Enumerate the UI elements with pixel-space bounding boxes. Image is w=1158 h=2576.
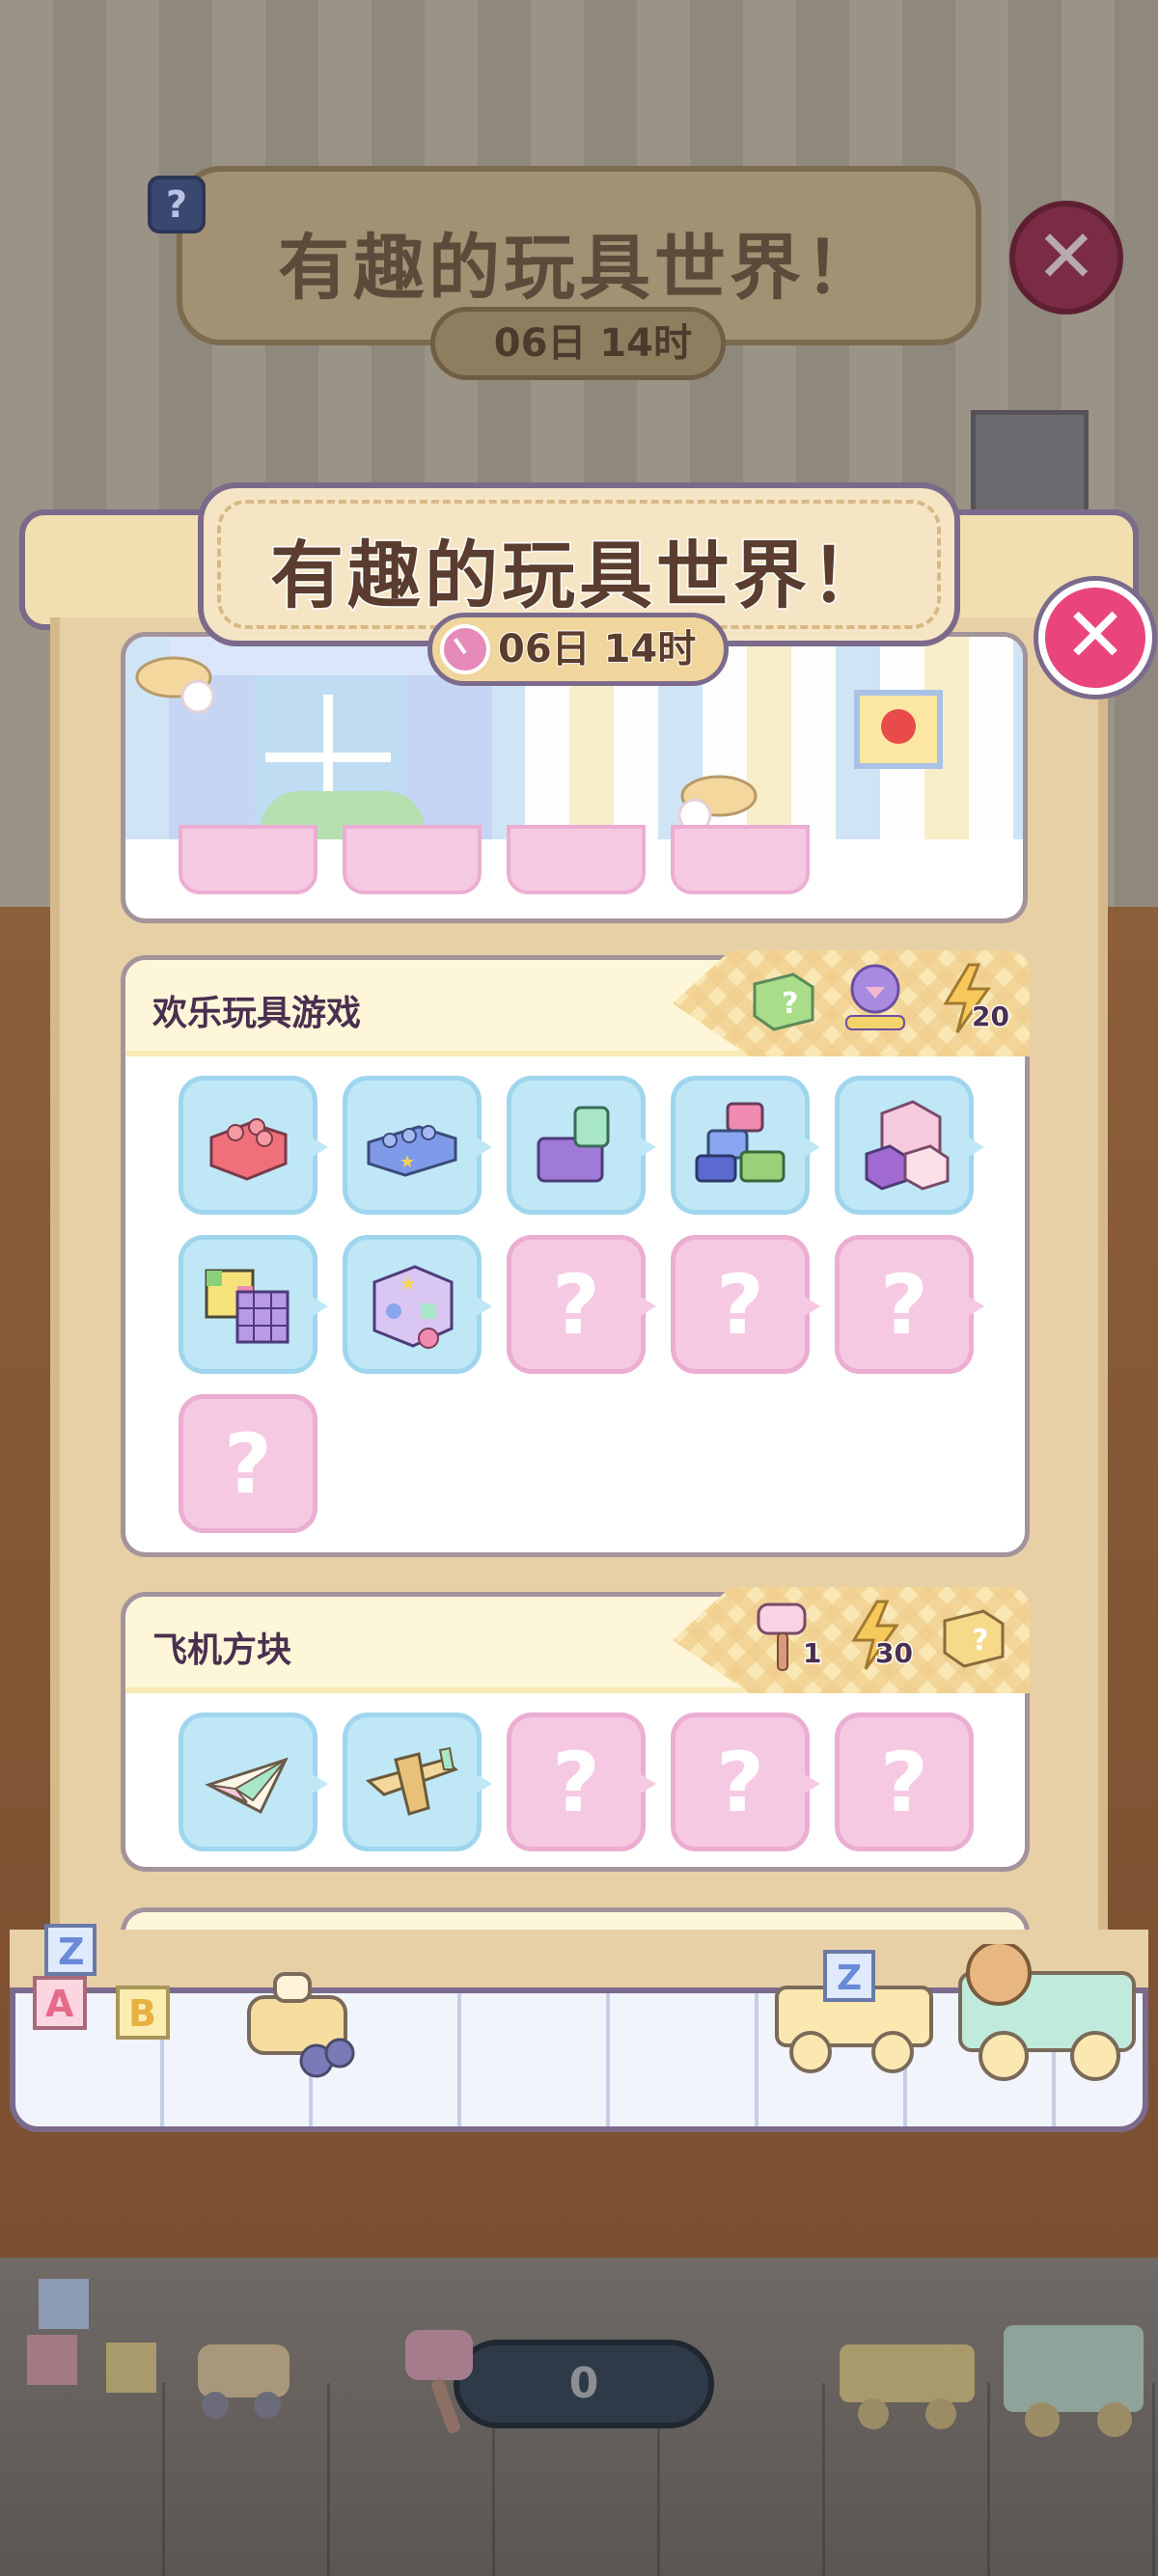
svg-text:★: ★ — [400, 1272, 417, 1295]
collection-slot-locked[interactable]: ? — [671, 1713, 820, 1851]
collection-slot-unlocked[interactable] — [507, 1076, 656, 1215]
collection-slot-locked[interactable]: ? — [835, 1713, 974, 1851]
svg-text:★: ★ — [400, 1152, 415, 1172]
purple-brick-stack-icon — [537, 1106, 610, 1183]
locked-slot-stub — [671, 825, 810, 894]
paper-plane-icon — [205, 1757, 289, 1815]
reward-label: 30 — [874, 1636, 915, 1671]
locked-question-mark: ? — [552, 1735, 600, 1831]
section-header: 欢乐玩具游戏 ? 20 — [125, 950, 1030, 1056]
reward-label: 1 — [801, 1636, 823, 1671]
locked-question-mark: ? — [716, 1257, 764, 1354]
reward-tag: ? 20 — [673, 950, 1030, 1056]
svg-text:?: ? — [972, 1624, 988, 1658]
svg-text:?: ? — [782, 987, 798, 1021]
locked-slot-stub — [507, 825, 646, 894]
svg-text:B: B — [128, 1992, 156, 2035]
section-header: 飞机方块 1 30 ? — [125, 1587, 1030, 1693]
collection-slot-unlocked[interactable] — [179, 1713, 328, 1851]
locked-slot-stub — [343, 825, 482, 894]
event-timer-text: 06日 14时 — [497, 626, 697, 672]
collection-slot-unlocked[interactable] — [343, 1713, 492, 1851]
colorful-brick-tower-icon — [695, 1102, 786, 1183]
purple-trophy-stars-icon — [845, 964, 905, 1030]
toy-cars-icon: Z — [775, 1944, 1136, 2081]
collection-slot-unlocked[interactable] — [835, 1076, 984, 1215]
collection-slot-unlocked[interactable] — [179, 1076, 328, 1215]
collection-slot-unlocked[interactable]: ★ — [343, 1235, 492, 1374]
background-train-icon — [198, 2344, 290, 2419]
apple-picture-icon — [854, 690, 943, 769]
collection-slot-locked[interactable]: ? — [507, 1713, 656, 1851]
background-toy-cars-icon — [840, 2325, 1144, 2437]
svg-text:Z: Z — [58, 1931, 85, 1973]
collection-slot-unlocked[interactable] — [671, 1076, 820, 1215]
locked-question-mark: ? — [880, 1735, 928, 1831]
background-timer: 06日 14时 — [430, 307, 726, 380]
pink-blocks-icon — [865, 1100, 950, 1191]
section-title: 飞机方块 — [152, 1631, 292, 1670]
section-title: 欢乐玩具游戏 — [152, 994, 362, 1033]
background-close-icon: ✕ — [1009, 201, 1123, 315]
collection-slot-unlocked[interactable]: ★ — [343, 1076, 492, 1215]
red-brick-icon — [209, 1118, 288, 1181]
mystery-green-box-icon: ? — [753, 973, 814, 1031]
locked-question-mark: ? — [224, 1416, 272, 1513]
collection-slot-locked[interactable]: ? — [507, 1235, 656, 1374]
locked-question-mark: ? — [552, 1257, 600, 1354]
blue-brick-icon: ★ — [367, 1125, 457, 1177]
reward-tag: 1 30 ? — [673, 1587, 1030, 1693]
collection-slot-locked[interactable]: ? — [671, 1235, 820, 1374]
rubiks-cube-icon — [205, 1269, 290, 1344]
collection-scroll-list[interactable]: 欢乐玩具游戏 ? 20 ★ ★ ? ? ? ? 飞机方块 1 30 ? ? ? … — [87, 632, 1071, 1944]
locked-slot-stub — [179, 825, 317, 894]
close-button[interactable]: ✕ — [1038, 581, 1152, 695]
background-title: 有趣的玩具世界！ — [278, 227, 880, 310]
event-title: 有趣的玩具世界！ — [269, 532, 888, 620]
clock-icon — [440, 624, 490, 674]
svg-text:A: A — [45, 1983, 74, 2025]
svg-text:Z: Z — [837, 1959, 862, 1998]
locked-question-mark: ? — [716, 1735, 764, 1831]
mystery-gold-box-icon: ? — [943, 1609, 1005, 1668]
help-icon: ? — [148, 176, 206, 233]
locked-question-mark: ? — [880, 1257, 928, 1354]
collection-slot-locked[interactable]: ? — [835, 1235, 984, 1374]
collection-slot-unlocked[interactable] — [179, 1235, 328, 1374]
collection-section-happy-toys: 欢乐玩具游戏 ? 20 ★ ★ ? ? ? ? — [121, 950, 1030, 1557]
collection-section-airplane-blocks: 飞机方块 1 30 ? ? ? ? — [121, 1587, 1030, 1872]
background-abc-blocks-icon — [27, 2279, 156, 2393]
reward-label: 20 — [971, 1000, 1011, 1034]
wooden-airplane-icon — [365, 1746, 458, 1816]
background-mallet-icon — [405, 2330, 473, 2433]
flower-bow-icon — [135, 656, 215, 714]
apple-icon — [881, 709, 916, 744]
collection-slot-locked[interactable]: ? — [179, 1394, 317, 1533]
toy-train-icon — [247, 1972, 355, 2078]
shape-sorter-icon: ★ — [372, 1265, 454, 1349]
abc-blocks-icon: Z A B — [33, 1924, 170, 2040]
event-timer: 06日 14时 — [427, 613, 729, 686]
